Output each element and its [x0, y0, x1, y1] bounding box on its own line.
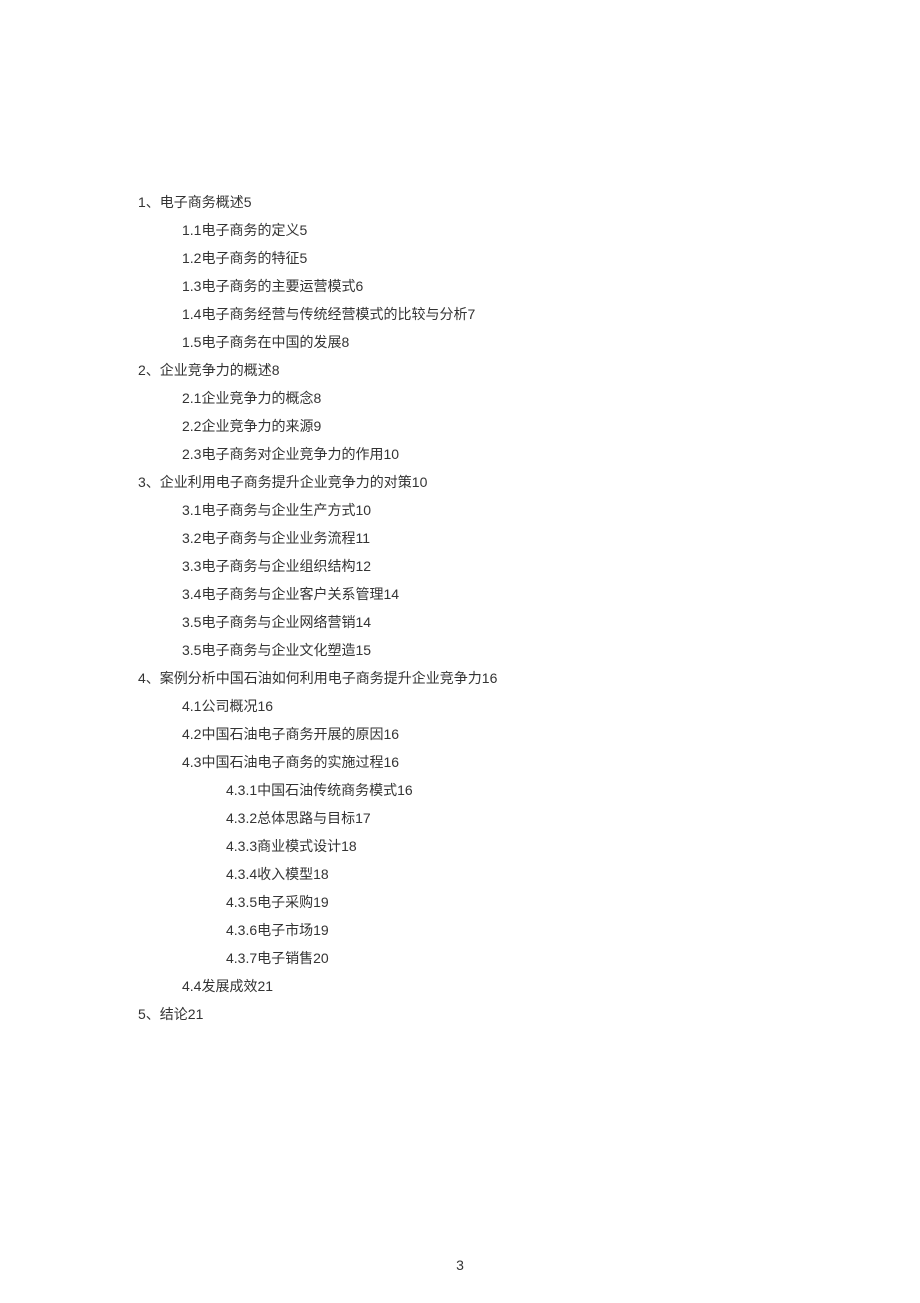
toc-entry: 1.1电子商务的定义5: [138, 216, 800, 244]
toc-entry: 4、案例分析中国石油如何利用电子商务提升企业竞争力16: [138, 664, 800, 692]
toc-entry: 1、电子商务概述5: [138, 188, 800, 216]
toc-entry: 5、结论21: [138, 1000, 800, 1028]
toc-entry: 4.3.7电子销售20: [138, 944, 800, 972]
toc-entry: 4.1公司概况16: [138, 692, 800, 720]
toc-entry: 1.4电子商务经营与传统经营模式的比较与分析7: [138, 300, 800, 328]
page-number: 3: [0, 1257, 920, 1273]
toc-entry: 2.1企业竞争力的概念8: [138, 384, 800, 412]
toc-entry: 4.3.5电子采购19: [138, 888, 800, 916]
toc-entry: 1.5电子商务在中国的发展8: [138, 328, 800, 356]
table-of-contents: 1、电子商务概述5 1.1电子商务的定义5 1.2电子商务的特征5 1.3电子商…: [0, 0, 920, 1028]
toc-entry: 3.5电子商务与企业文化塑造15: [138, 636, 800, 664]
toc-entry: 4.3.3商业模式设计18: [138, 832, 800, 860]
toc-entry: 3.3电子商务与企业组织结构12: [138, 552, 800, 580]
toc-entry: 3.1电子商务与企业生产方式10: [138, 496, 800, 524]
toc-entry: 4.3.6电子市场19: [138, 916, 800, 944]
toc-entry: 4.3.4收入模型18: [138, 860, 800, 888]
toc-entry: 3.5电子商务与企业网络营销14: [138, 608, 800, 636]
toc-entry: 3.4电子商务与企业客户关系管理14: [138, 580, 800, 608]
toc-entry: 3、企业利用电子商务提升企业竞争力的对策10: [138, 468, 800, 496]
toc-entry: 4.2中国石油电子商务开展的原因16: [138, 720, 800, 748]
toc-entry: 1.2电子商务的特征5: [138, 244, 800, 272]
toc-entry: 4.3中国石油电子商务的实施过程16: [138, 748, 800, 776]
toc-entry: 4.3.2总体思路与目标17: [138, 804, 800, 832]
toc-entry: 1.3电子商务的主要运营模式6: [138, 272, 800, 300]
toc-entry: 3.2电子商务与企业业务流程11: [138, 524, 800, 552]
toc-entry: 2、企业竞争力的概述8: [138, 356, 800, 384]
toc-entry: 4.3.1中国石油传统商务模式16: [138, 776, 800, 804]
toc-entry: 2.3电子商务对企业竞争力的作用10: [138, 440, 800, 468]
toc-entry: 4.4发展成效21: [138, 972, 800, 1000]
toc-entry: 2.2企业竞争力的来源9: [138, 412, 800, 440]
